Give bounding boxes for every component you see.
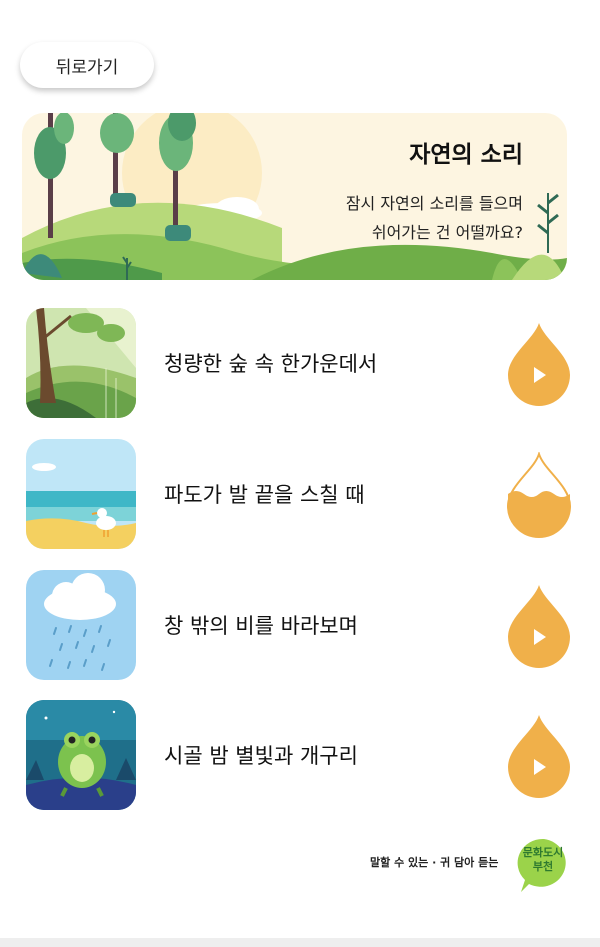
- water-drop-icon: [508, 323, 570, 406]
- frog-night-thumbnail: [26, 700, 136, 810]
- nature-sounds-banner: 자연의 소리 잠시 자연의 소리를 들으며 쉬어가는 건 어떨까요?: [22, 113, 567, 280]
- bucheon-badge: 문화도시 부천: [515, 836, 573, 894]
- bottom-bar: [0, 938, 600, 947]
- track-row-night-frog[interactable]: 시골 밤 별빛과 개구리: [0, 700, 600, 812]
- forest-thumbnail: [26, 308, 136, 418]
- play-button[interactable]: [506, 583, 572, 669]
- track-title: 청량한 숲 속 한가운데서: [164, 352, 378, 376]
- banner-title: 자연의 소리: [409, 142, 523, 168]
- play-button[interactable]: [506, 321, 572, 407]
- track-title: 창 밖의 비를 바라보며: [164, 614, 358, 638]
- footer-slogan: 말할 수 있는 · 귀 담아 듣는: [370, 856, 499, 869]
- water-drop-icon: [508, 585, 570, 668]
- water-drop-icon: [508, 715, 570, 798]
- rain-thumbnail: [26, 570, 136, 680]
- banner-description: 잠시 자연의 소리를 들으며 쉬어가는 건 어떨까요?: [345, 194, 523, 242]
- play-button[interactable]: [506, 713, 572, 799]
- track-title: 시골 밤 별빛과 개구리: [164, 744, 358, 768]
- badge-text: 문화도시 부천: [522, 846, 564, 873]
- beach-thumbnail: [26, 439, 136, 549]
- track-title: 파도가 발 끝을 스칠 때: [164, 483, 365, 507]
- track-row-forest[interactable]: 청량한 숲 속 한가운데서: [0, 308, 600, 420]
- back-button[interactable]: 뒤로가기: [20, 42, 154, 88]
- city-logo: 말할 수 있는 · 귀 담아 듣는 문화도시 부천: [370, 836, 575, 896]
- track-row-rain[interactable]: 창 밖의 비를 바라보며: [0, 570, 600, 682]
- track-row-beach[interactable]: 파도가 발 끝을 스칠 때: [0, 439, 600, 551]
- playing-indicator-button[interactable]: [506, 450, 572, 538]
- water-drop-icon: [506, 450, 572, 538]
